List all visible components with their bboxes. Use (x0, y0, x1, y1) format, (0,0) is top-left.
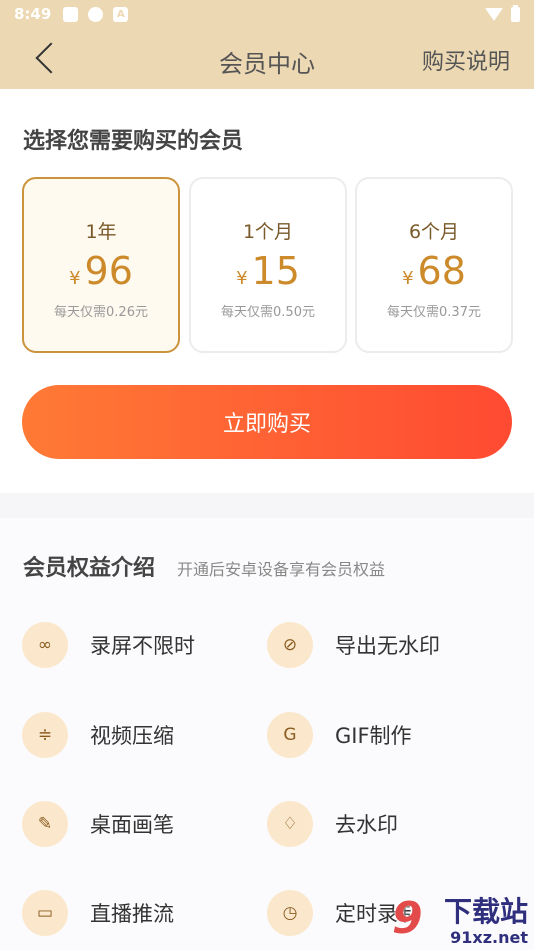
battery-icon (511, 4, 520, 22)
benefits-subtitle: 开通后安卓设备享有会员权益 (177, 560, 386, 579)
benefit-item: ▭ 直播推流 (22, 890, 174, 936)
gif-icon: G (267, 712, 313, 758)
plan-price: ¥ 15 (191, 249, 345, 293)
back-icon[interactable] (30, 42, 62, 74)
benefit-item: ✎ 桌面画笔 (22, 801, 174, 847)
currency-symbol: ¥ (236, 268, 248, 289)
price-amount: 96 (84, 249, 133, 293)
square-icon (63, 6, 79, 22)
status-time: 8:49 (14, 5, 52, 23)
plan-name: 1年 (85, 221, 117, 243)
plan-name: 6个月 (408, 221, 460, 243)
plan-card-1-month[interactable]: 1个月 ¥ 15 每天仅需0.50元 (189, 177, 347, 353)
plan-daily-price: 每天仅需0.26元 (54, 305, 148, 320)
drop-icon: ♢ (267, 801, 313, 847)
a-icon: A (113, 6, 129, 22)
plan-name: 1个月 (242, 221, 294, 243)
price-amount: 68 (417, 249, 466, 293)
currency-symbol: ¥ (402, 268, 414, 289)
infinity-icon: ∞ (22, 622, 68, 668)
nav-bar: 会员中心 购买说明 (0, 28, 534, 89)
benefit-item: ∞ 录屏不限时 (22, 622, 195, 668)
benefit-label: 直播推流 (90, 902, 174, 926)
wifi-icon (485, 7, 503, 21)
plan-section: 选择您需要购买的会员 1年 ¥ 96 每天仅需0.26元 1个月 ¥ 15 每天… (0, 89, 534, 493)
purchase-info-button[interactable]: 购买说明 (422, 44, 510, 76)
brush-icon: ✎ (22, 801, 68, 847)
benefit-label: 桌面画笔 (90, 813, 174, 837)
plan-daily-price: 每天仅需0.37元 (387, 305, 481, 320)
buy-now-button[interactable]: 立即购买 (22, 385, 512, 459)
status-bar: 8:49 A (0, 0, 534, 28)
plan-card-6-months[interactable]: 6个月 ¥ 68 每天仅需0.37元 (355, 177, 513, 353)
benefit-label: 去水印 (335, 813, 398, 837)
benefit-item: ♢ 去水印 (267, 801, 398, 847)
compress-icon: ≑ (22, 712, 68, 758)
benefit-item: ◷ 定时录制 (267, 890, 419, 936)
benefit-label: 录屏不限时 (90, 634, 195, 658)
benefit-item: ≑ 视频压缩 (22, 712, 174, 758)
benefits-title: 会员权益介绍 (23, 556, 156, 581)
currency-symbol: ¥ (69, 268, 81, 289)
benefit-item: ⊘ 导出无水印 (267, 622, 440, 668)
plan-section-title: 选择您需要购买的会员 (23, 129, 244, 154)
benefits-section: 会员权益介绍 开通后安卓设备享有会员权益 ∞ 录屏不限时 ⊘ 导出无水印 ≑ 视… (0, 518, 534, 950)
plan-card-1-year[interactable]: 1年 ¥ 96 每天仅需0.26元 (22, 177, 180, 353)
price-amount: 15 (251, 249, 300, 293)
plan-daily-price: 每天仅需0.50元 (221, 305, 315, 320)
benefit-label: 定时录制 (335, 902, 419, 926)
benefit-label: 视频压缩 (90, 724, 174, 748)
clock-icon: ◷ (267, 890, 313, 936)
plan-price: ¥ 96 (24, 249, 178, 293)
benefit-item: G GIF制作 (267, 712, 412, 758)
tv-icon: ▭ (22, 890, 68, 936)
no-watermark-icon: ⊘ (267, 622, 313, 668)
benefit-label: 导出无水印 (335, 634, 440, 658)
benefit-label: GIF制作 (335, 724, 412, 748)
ring-icon (88, 6, 104, 22)
plan-price: ¥ 68 (357, 249, 511, 293)
